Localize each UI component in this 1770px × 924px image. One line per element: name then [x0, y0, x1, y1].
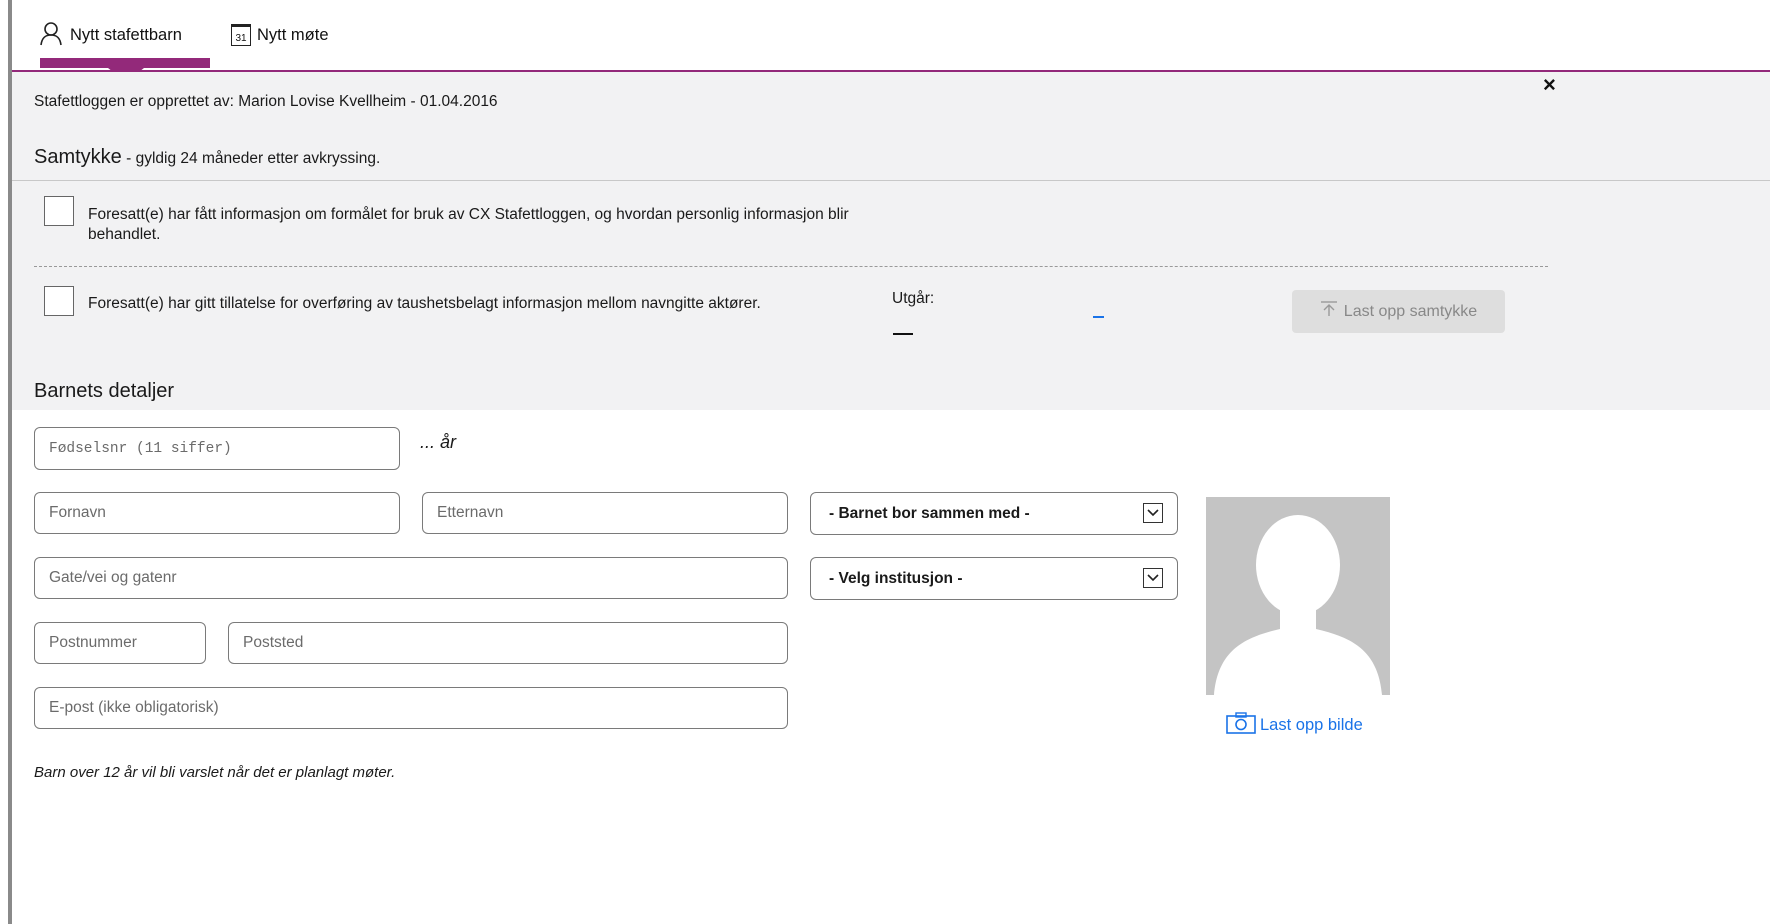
avatar-placeholder-icon: [1206, 497, 1390, 695]
expires-link[interactable]: [1093, 316, 1104, 318]
consent-info-text: Foresatt(e) har fått informasjon om form…: [88, 206, 849, 243]
child-details-heading: Barnets detaljer: [34, 380, 175, 402]
avatar: [1198, 489, 1398, 703]
upload-photo-button[interactable]: Last opp bilde: [1226, 712, 1363, 739]
consent-info-checkbox[interactable]: [44, 196, 74, 226]
active-tab-indicator: [40, 58, 210, 68]
age-text: ... år: [420, 432, 457, 452]
calendar-icon: 31: [231, 24, 251, 46]
created-by-text: Stafettloggen er opprettet av: Marion Lo…: [34, 93, 498, 110]
tab-new-meeting[interactable]: 31 Nytt møte: [231, 20, 329, 50]
person-icon: [38, 20, 64, 51]
dotted-divider: [34, 266, 1548, 267]
lastname-input[interactable]: [422, 492, 788, 534]
camera-icon: [1226, 712, 1256, 739]
email-input[interactable]: [34, 687, 788, 729]
firstname-input[interactable]: [34, 492, 400, 534]
tab-new-relay-child[interactable]: Nytt stafettbarn: [38, 20, 182, 50]
tab-label: Nytt stafettbarn: [70, 25, 182, 44]
lives-with-select[interactable]: - Barnet bor sammen med -: [810, 492, 1178, 535]
close-button[interactable]: ×: [1543, 72, 1556, 98]
divider: [12, 180, 1770, 181]
city-input[interactable]: [228, 622, 788, 664]
notification-note: Barn over 12 år vil bli varslet når det …: [34, 764, 396, 781]
ssn-input[interactable]: [34, 427, 400, 470]
street-input[interactable]: [34, 557, 788, 599]
consent-transfer-text: Foresatt(e) har gitt tillatelse for over…: [88, 295, 761, 312]
consent-transfer-checkbox[interactable]: [44, 286, 74, 316]
tab-label: Nytt møte: [257, 25, 329, 44]
chevron-down-icon: [1143, 568, 1163, 588]
institution-select[interactable]: - Velg institusjon -: [810, 557, 1178, 600]
expires-label: Utgår:: [892, 290, 935, 307]
upload-icon: [1320, 301, 1338, 322]
upload-consent-button[interactable]: Last opp samtykke: [1292, 290, 1505, 333]
consent-heading: Samtykke - gyldig 24 måneder etter avkry…: [34, 146, 381, 168]
postcode-input[interactable]: [34, 622, 206, 664]
chevron-down-icon: [1143, 503, 1163, 523]
expires-value: [893, 333, 913, 335]
